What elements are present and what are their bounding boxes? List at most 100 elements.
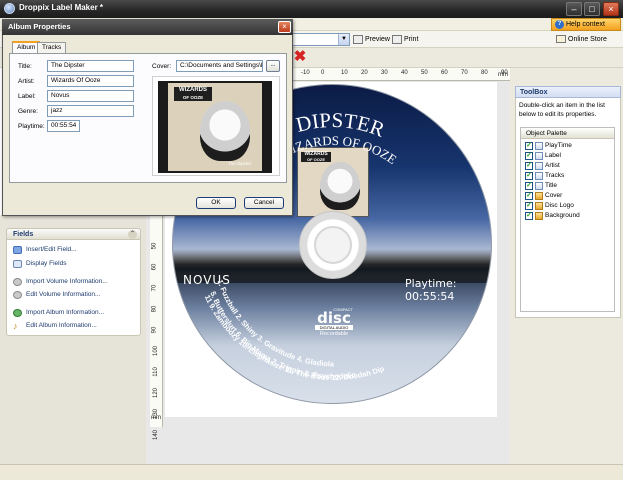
maximize-button[interactable]: □ bbox=[584, 2, 600, 16]
insert-edit-field-label: Insert/Edit Field... bbox=[26, 246, 77, 253]
artist-field[interactable]: Wizards Of Ooze bbox=[47, 75, 134, 87]
checkbox[interactable]: ✓ bbox=[525, 202, 533, 210]
minimize-button[interactable]: – bbox=[566, 2, 582, 16]
palette-item-artist[interactable]: ✓ Artist bbox=[525, 161, 560, 171]
insert-edit-field-link[interactable]: Insert/Edit Field... bbox=[13, 245, 77, 255]
checkbox[interactable]: ✓ bbox=[525, 192, 533, 200]
cover-path-field[interactable]: C:\Documents and Settings\P bbox=[176, 60, 263, 72]
ruler-tick-label: 70 bbox=[151, 284, 158, 292]
preview-label: Preview bbox=[365, 36, 390, 43]
palette-item-label: PlayTime bbox=[545, 142, 572, 149]
edit-album-label: Edit Album Information... bbox=[26, 322, 97, 329]
collapse-chevron-icon[interactable]: ⌃ bbox=[128, 230, 137, 239]
palette-item-playtime[interactable]: ✓ PlayTime bbox=[525, 141, 572, 151]
import-album-label: Import Album Information... bbox=[26, 309, 105, 316]
checkbox[interactable]: ✓ bbox=[525, 152, 533, 160]
ruler-tick-label: 60 bbox=[151, 263, 158, 271]
browse-button[interactable]: ... bbox=[266, 60, 280, 72]
ruler-tick-label: 120 bbox=[153, 387, 160, 399]
close-window-button[interactable]: × bbox=[603, 2, 619, 16]
checkbox[interactable]: ✓ bbox=[525, 142, 533, 150]
title-field[interactable]: The Dipster bbox=[47, 60, 134, 72]
ruler-tick-label: 110 bbox=[152, 367, 159, 377]
app-title: Droppix Label Maker * bbox=[19, 3, 104, 12]
genre-field[interactable]: jazz bbox=[47, 105, 134, 117]
vertical-ruler: 50 60 70 80 90 100 110 120 130 140 mm bbox=[150, 215, 163, 440]
volume-edit-icon bbox=[13, 291, 22, 299]
checkbox[interactable]: ✓ bbox=[525, 172, 533, 180]
text-object-icon bbox=[535, 172, 543, 180]
ruler-tick-label: 100 bbox=[153, 345, 160, 357]
palette-item-background[interactable]: ✓ Background bbox=[525, 211, 580, 221]
import-album-link[interactable]: Import Album Information... bbox=[13, 308, 104, 318]
import-volume-link[interactable]: Import Volume Information... bbox=[13, 277, 108, 287]
volume-disc-icon bbox=[13, 278, 22, 286]
palette-item-label[interactable]: ✓ Label bbox=[525, 151, 561, 161]
app-title-bar: Droppix Label Maker * bbox=[0, 0, 623, 18]
preview-icon bbox=[353, 35, 363, 44]
delete-icon[interactable]: ✖ bbox=[293, 49, 307, 64]
genre-label: Genre: bbox=[18, 108, 38, 115]
object-palette-header: Object Palette bbox=[521, 128, 614, 139]
cover-preview-sub-text: OF OOZE bbox=[182, 95, 204, 100]
ok-button[interactable]: OK bbox=[196, 197, 236, 209]
help-context-label: Help context bbox=[566, 21, 605, 28]
cart-icon bbox=[556, 35, 566, 43]
ruler-tick-label: 70 bbox=[461, 70, 468, 76]
cover-preview-band: WIZARDS OF OOZE bbox=[174, 87, 212, 101]
online-store-button[interactable]: Online Store bbox=[556, 33, 607, 46]
artist-label: Artist: bbox=[18, 78, 35, 85]
zoom-combo[interactable]: ▼ bbox=[288, 33, 350, 46]
ruler-tick-label: 50 bbox=[151, 242, 158, 250]
ruler-tick-label: 140 bbox=[153, 429, 160, 441]
preview-button[interactable]: Preview bbox=[353, 33, 390, 46]
checkbox[interactable]: ✓ bbox=[525, 182, 533, 190]
palette-item-label: Title bbox=[545, 182, 558, 189]
dialog-close-button[interactable]: × bbox=[278, 21, 291, 33]
edit-volume-label: Edit Volume Information... bbox=[26, 291, 101, 298]
palette-item-label: Disc Logo bbox=[545, 202, 574, 209]
checkbox[interactable]: ✓ bbox=[525, 212, 533, 220]
print-button[interactable]: Print bbox=[392, 33, 418, 46]
ruler-tick-label: 90 bbox=[151, 326, 158, 334]
checkbox[interactable]: ✓ bbox=[525, 162, 533, 170]
ruler-tick-label: 50 bbox=[421, 70, 428, 76]
ruler-tick-label: 40 bbox=[401, 70, 408, 76]
ruler-tick-label: 0 bbox=[321, 70, 325, 76]
palette-item-tracks[interactable]: ✓ Tracks bbox=[525, 171, 564, 181]
tab-tracks[interactable]: Tracks bbox=[37, 42, 67, 53]
ruler-tick-label: 80 bbox=[151, 305, 158, 313]
display-fields-link[interactable]: Display Fields bbox=[13, 259, 66, 269]
playtime-field[interactable]: 00:55:54 bbox=[47, 120, 80, 132]
cover-label: Cover: bbox=[152, 63, 172, 70]
image-object-icon bbox=[535, 212, 543, 220]
palette-item-label: Label bbox=[545, 152, 561, 159]
ruler-unit-label: mm bbox=[498, 72, 508, 78]
palette-item-title[interactable]: ✓ Title bbox=[525, 181, 557, 191]
palette-item-disc-logo[interactable]: ✓ Disc Logo bbox=[525, 201, 574, 211]
ruler-tick-label: 60 bbox=[441, 70, 448, 76]
cover-preview-band-text: WIZARDS bbox=[179, 87, 207, 93]
playtime-label: Playtime: bbox=[18, 123, 45, 130]
dialog-title: Album Properties bbox=[2, 19, 293, 35]
toolbox-description: Double-click an item in the list below t… bbox=[519, 102, 605, 118]
import-volume-label: Import Volume Information... bbox=[26, 278, 108, 285]
help-context-button[interactable]: ? Help context bbox=[551, 18, 621, 31]
text-object-icon bbox=[535, 142, 543, 150]
label-field[interactable]: Novus bbox=[47, 90, 134, 102]
chevron-down-icon[interactable]: ▼ bbox=[338, 34, 349, 45]
title-label: Title: bbox=[18, 63, 32, 70]
cover-caption: The Dipster bbox=[228, 161, 252, 166]
edit-album-link[interactable]: ♪ Edit Album Information... bbox=[13, 321, 97, 331]
printer-icon bbox=[392, 35, 402, 44]
cover-portrait bbox=[200, 101, 250, 161]
fields-panel-header[interactable]: Fields ⌃ bbox=[6, 228, 141, 240]
palette-item-label: Cover bbox=[545, 192, 563, 199]
palette-item-label: Tracks bbox=[545, 172, 565, 179]
cancel-button[interactable]: Cancel bbox=[244, 197, 284, 209]
palette-item-cover[interactable]: ✓ Cover bbox=[525, 191, 562, 201]
display-fields-icon bbox=[13, 260, 22, 268]
field-edit-icon bbox=[13, 246, 22, 254]
edit-volume-link[interactable]: Edit Volume Information... bbox=[13, 290, 100, 300]
ruler-unit-label: mm bbox=[151, 415, 161, 421]
